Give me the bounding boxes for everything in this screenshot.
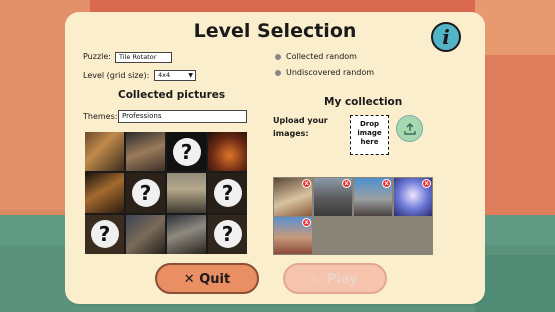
undiscovered-tile[interactable]: ? [208, 214, 247, 254]
collection-image[interactable]: x [354, 178, 392, 216]
drop-image-zone[interactable]: Drop image here [350, 115, 389, 155]
play-button[interactable]: ▷ Play [283, 263, 387, 294]
info-icon: i [442, 25, 450, 49]
undiscovered-random-label: Undiscovered random [286, 68, 375, 77]
drop-text-line-2: image [357, 129, 382, 137]
collected-pictures-grid: ? ? ? ? ? [85, 132, 247, 254]
close-icon: ✕ [183, 272, 195, 287]
drop-text-line-3: here [360, 138, 379, 146]
themes-input[interactable]: Professions [118, 110, 247, 123]
remove-image-button[interactable]: x [302, 179, 311, 188]
undiscovered-tile[interactable]: ? [208, 173, 247, 213]
collection-image[interactable]: x [314, 178, 352, 216]
level-select[interactable]: 4x4 ▼ [154, 70, 196, 81]
collection-image[interactable]: x [274, 217, 312, 254]
play-icon: ▷ [312, 272, 323, 287]
question-icon: ? [131, 178, 160, 207]
picture-tile[interactable] [126, 132, 165, 172]
picture-tile[interactable] [85, 132, 124, 172]
question-icon: ? [213, 220, 242, 249]
level-selection-panel: Level Selection i Puzzle: Tile Rotator L… [65, 12, 485, 304]
upload-icon [403, 123, 416, 135]
collected-pictures-heading: Collected pictures [118, 89, 226, 101]
background-right-top [475, 0, 555, 60]
picture-tile[interactable] [126, 214, 165, 254]
remove-image-button[interactable]: x [422, 179, 431, 188]
background-bottom-right [475, 255, 555, 312]
level-label: Level (grid size): [83, 71, 150, 80]
remove-image-button[interactable]: x [382, 179, 391, 188]
puzzle-select[interactable]: Tile Rotator [115, 52, 172, 63]
page-title: Level Selection [193, 20, 357, 42]
question-icon: ? [172, 137, 201, 166]
question-icon: ? [90, 220, 119, 249]
picture-tile[interactable] [167, 214, 206, 254]
themes-label: Themes: [83, 112, 118, 121]
upload-label-line-1: Upload your [273, 116, 328, 125]
picture-tile[interactable] [85, 173, 124, 213]
chevron-down-icon: ▼ [188, 72, 193, 79]
upload-button[interactable] [396, 115, 423, 142]
collection-image[interactable]: x [274, 178, 312, 216]
remove-image-button[interactable]: x [342, 179, 351, 188]
drop-text-line-1: Drop [359, 120, 380, 128]
themes-input-value: Professions [122, 112, 162, 120]
undiscovered-tile[interactable]: ? [85, 214, 124, 254]
level-select-value: 4x4 [158, 71, 171, 79]
question-icon: ? [213, 178, 242, 207]
picture-tile[interactable] [167, 173, 206, 213]
undiscovered-random-bullet [275, 70, 281, 76]
collected-random-bullet [275, 54, 281, 60]
my-collection-grid: x x x x x [273, 177, 433, 255]
collection-image[interactable]: x [394, 178, 432, 216]
quit-button[interactable]: ✕ Quit [155, 263, 259, 294]
upload-label-line-2: images: [273, 129, 309, 138]
puzzle-select-value: Tile Rotator [119, 53, 157, 61]
picture-tile[interactable] [208, 132, 247, 172]
undiscovered-tile[interactable]: ? [167, 132, 206, 172]
play-label: Play [326, 272, 358, 287]
collected-random-label: Collected random [286, 52, 357, 61]
quit-label: Quit [199, 272, 231, 287]
undiscovered-tile[interactable]: ? [126, 173, 165, 213]
remove-image-button[interactable]: x [302, 218, 311, 227]
info-button[interactable]: i [431, 22, 461, 52]
puzzle-label: Puzzle: [83, 52, 111, 61]
my-collection-heading: My collection [324, 96, 403, 108]
